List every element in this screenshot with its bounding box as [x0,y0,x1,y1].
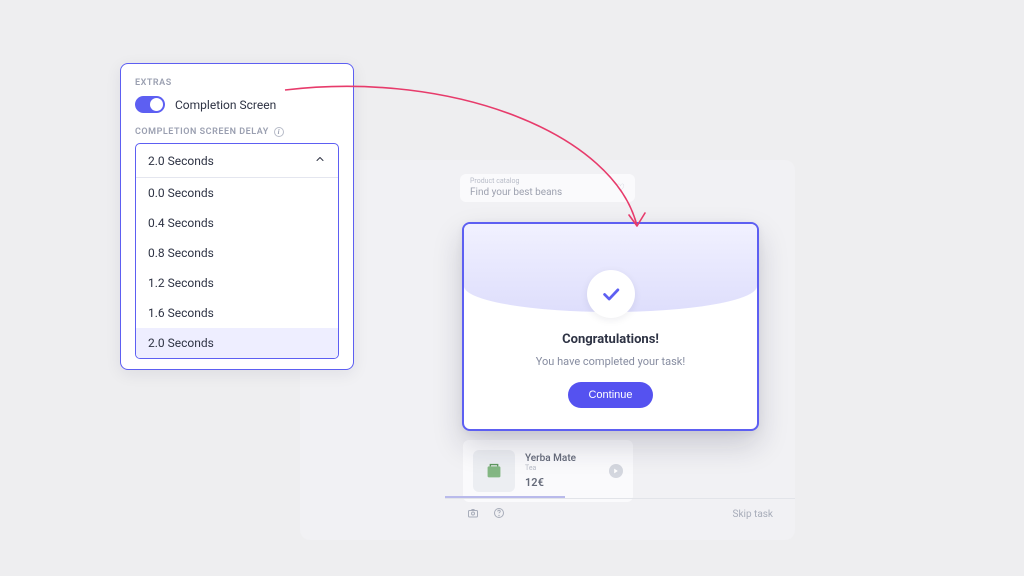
check-icon [600,283,622,305]
preview-search: Product catalog Find your best beans ♡ [460,174,635,202]
delay-label-row: COMPLETION SCREEN DELAY i [135,127,339,137]
delay-option[interactable]: 0.8 Seconds [136,238,338,268]
extras-panel: EXTRAS Completion Screen COMPLETION SCRE… [120,63,354,370]
preview-product-card: Yerba Mate Tea 12€ [463,440,633,502]
completion-title: Congratulations! [562,332,659,347]
preview-skip-task: Skip task [733,509,773,520]
preview-product-thumb [473,450,515,492]
preview-product-price: 12€ [525,476,576,489]
extras-section-label: EXTRAS [135,78,339,88]
preview-product-meta: Yerba Mate Tea 12€ [525,453,576,489]
completion-screen-toggle-row: Completion Screen [135,96,339,113]
delay-option[interactable]: 1.2 Seconds [136,268,338,298]
delay-select: 2.0 Seconds 0.0 Seconds0.4 Seconds0.8 Se… [135,143,339,359]
check-circle [587,270,635,318]
completion-modal: Congratulations! You have completed your… [462,222,759,431]
delay-label: COMPLETION SCREEN DELAY [135,127,269,137]
preview-product-sub: Tea [525,464,576,472]
delay-select-current[interactable]: 2.0 Seconds [136,144,338,178]
delay-option[interactable]: 2.0 Seconds [136,328,338,358]
chevron-up-icon [314,153,326,168]
preview-bottom-toolbar: Skip task [445,498,795,530]
preview-product-name: Yerba Mate [525,453,576,464]
play-icon [609,464,623,478]
camera-icon [467,507,479,522]
delay-option[interactable]: 0.0 Seconds [136,178,338,208]
help-icon [493,507,505,522]
delay-select-list: 0.0 Seconds0.4 Seconds0.8 Seconds1.2 Sec… [136,178,338,358]
completion-subtitle: You have completed your task! [536,355,685,368]
preview-search-placeholder: Find your best beans [470,187,562,198]
delay-option[interactable]: 0.4 Seconds [136,208,338,238]
completion-screen-toggle[interactable] [135,96,165,113]
continue-button[interactable]: Continue [568,382,652,408]
info-icon[interactable]: i [274,127,284,137]
preview-search-sublabel: Product catalog [470,177,519,185]
completion-screen-toggle-label: Completion Screen [175,98,276,112]
delay-select-value: 2.0 Seconds [148,154,214,168]
heart-icon: ♡ [616,183,625,194]
delay-option[interactable]: 1.6 Seconds [136,298,338,328]
